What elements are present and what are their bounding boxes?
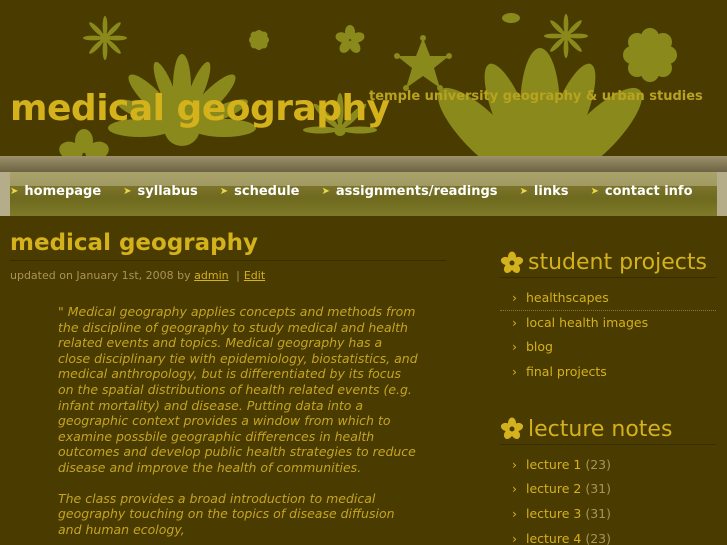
nav-label: assignments/readings <box>335 184 498 199</box>
main-content: medical geography updated on January 1st… <box>10 230 446 545</box>
quote-paragraph-2: The class provides a broad introduction … <box>58 490 395 537</box>
post-title[interactable]: medical geography <box>10 230 446 261</box>
widget-lecture-notes: lecture notes lecture 1 (23) lecture 2 (… <box>500 417 716 545</box>
list-item-lecture-2[interactable]: lecture 2 (31) <box>500 477 716 502</box>
site-header: medical geography temple university geog… <box>0 0 727 158</box>
widget-title-text: student projects <box>528 250 707 275</box>
lecture-label: lecture 3 <box>526 506 582 522</box>
post-meta: updated on January 1st, 2008 by admin | E… <box>10 269 446 282</box>
bullet-icon: ➤ <box>321 186 330 197</box>
bullet-icon: ➤ <box>10 186 19 197</box>
nav-label: contact info <box>604 184 693 199</box>
lecture-label: lecture 1 <box>526 456 582 472</box>
post-count: (23) <box>585 456 611 472</box>
post-count: (23) <box>585 530 611 545</box>
widget-student-projects: student projects healthscapes local heal… <box>500 250 716 385</box>
nav-label: syllabus <box>137 184 198 199</box>
post-count: (31) <box>585 506 611 522</box>
nav-item-schedule[interactable]: ➤ schedule <box>220 184 300 199</box>
sidebar: student projects healthscapes local heal… <box>500 250 716 545</box>
author-link[interactable]: admin <box>194 269 228 282</box>
nav-label: schedule <box>234 184 300 199</box>
list-item-blog[interactable]: blog <box>500 335 716 360</box>
quote-paragraph-1: " Medical geography applies concepts and… <box>58 304 418 475</box>
widget-title-student-projects: student projects <box>500 250 716 278</box>
nav-list: ➤ homepage ➤ syllabus ➤ schedule ➤ assignmen… <box>10 184 715 199</box>
nav-label: homepage <box>24 184 102 199</box>
nav-item-homepage[interactable]: ➤ homepage <box>10 184 101 199</box>
site-title[interactable]: medical geography <box>10 88 390 129</box>
list-item-lecture-3[interactable]: lecture 3 (31) <box>500 502 716 527</box>
nav-item-contact-info[interactable]: ➤ contact info <box>590 184 692 199</box>
list-item-final-projects[interactable]: final projects <box>500 360 716 385</box>
nav-item-links[interactable]: ➤ links <box>520 184 569 199</box>
bullet-icon: ➤ <box>123 186 132 197</box>
flower-decoration <box>59 13 677 158</box>
post-date: updated on January 1st, 2008 by <box>10 269 191 282</box>
lecture-label: lecture 2 <box>526 481 582 497</box>
list-item-lecture-1[interactable]: lecture 1 (23) <box>500 453 716 478</box>
bullet-icon: ➤ <box>519 186 528 197</box>
navbar-top-band <box>0 156 727 172</box>
post-count: (31) <box>585 481 611 497</box>
edit-link[interactable]: Edit <box>244 269 265 282</box>
navbar-left-edge <box>0 172 10 216</box>
nav-item-assignments-readings[interactable]: ➤ assignments/readings <box>321 184 497 199</box>
list-item-local-health-images[interactable]: local health images <box>500 311 716 336</box>
site-tagline: temple university geography & urban stud… <box>369 89 703 104</box>
student-projects-list: healthscapes local health images blog fi… <box>500 286 716 385</box>
post-quote: " Medical geography applies concepts and… <box>58 304 418 537</box>
list-item-healthscapes[interactable]: healthscapes <box>500 286 716 311</box>
bullet-icon: ➤ <box>590 186 599 197</box>
lecture-label: lecture 4 <box>526 530 582 545</box>
widget-title-lecture-notes: lecture notes <box>500 417 716 445</box>
nav-label: links <box>533 184 569 199</box>
bullet-icon: ➤ <box>219 186 229 197</box>
list-item-lecture-4[interactable]: lecture 4 (23) <box>500 527 716 545</box>
meta-separator: | <box>236 269 240 282</box>
flower-icon <box>500 251 524 273</box>
widget-title-text: lecture notes <box>528 416 673 442</box>
navbar-right-edge <box>717 172 727 216</box>
flower-icon <box>500 417 524 440</box>
lecture-notes-list: lecture 1 (23) lecture 2 (31) lecture 3 … <box>500 453 716 545</box>
main-navigation: ➤ homepage ➤ syllabus ➤ schedule ➤ assignmen… <box>0 156 727 216</box>
nav-item-syllabus[interactable]: ➤ syllabus <box>123 184 198 199</box>
